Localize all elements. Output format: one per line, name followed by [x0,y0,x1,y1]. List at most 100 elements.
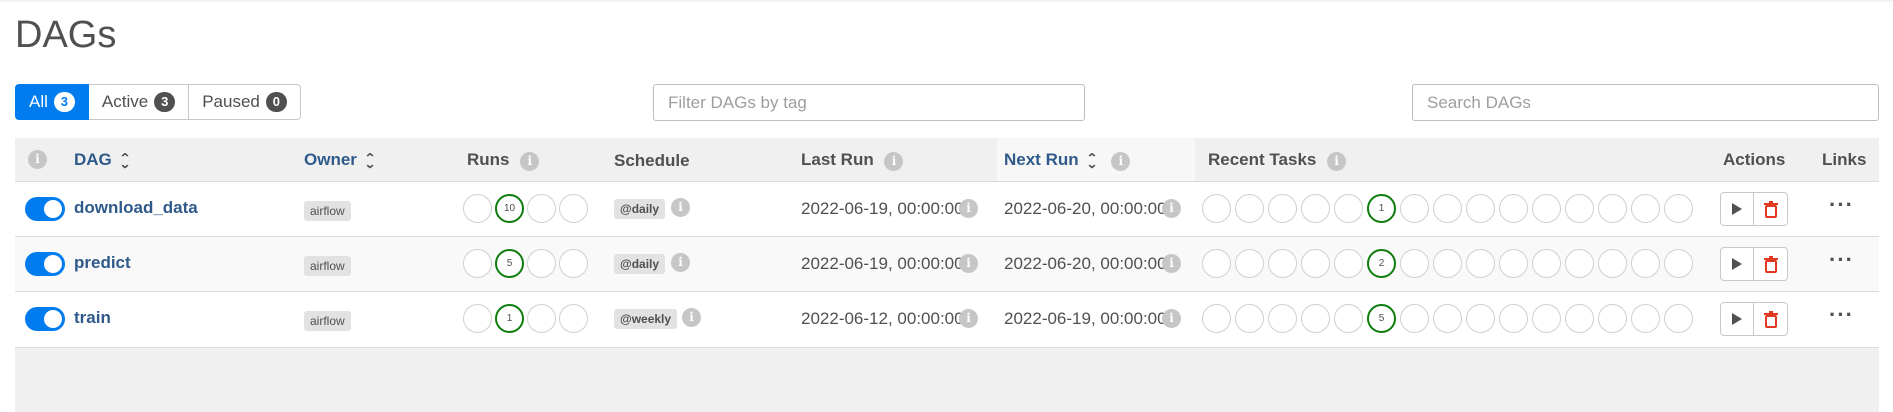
task-status-circle[interactable] [1664,304,1693,333]
task-status-circle[interactable] [1235,194,1264,223]
task-status-circle[interactable] [1433,249,1462,278]
search-dags-input[interactable] [1412,84,1879,121]
trigger-dag-button[interactable] [1720,247,1754,281]
task-status-circle[interactable] [1334,194,1363,223]
run-status-circle-success[interactable]: 10 [495,194,524,223]
task-status-circle[interactable] [1400,304,1429,333]
task-status-circle[interactable] [1400,194,1429,223]
info-icon[interactable]: i [884,152,904,171]
tag-filter-input[interactable] [653,84,1085,121]
task-status-circle[interactable] [1532,194,1561,223]
info-icon[interactable]: i [1162,254,1181,273]
column-header-dag[interactable]: DAG ⌃ ⌄ [74,150,131,170]
task-status-circle[interactable] [1664,249,1693,278]
info-icon[interactable]: i [28,150,47,169]
info-icon[interactable]: i [959,254,978,273]
info-icon[interactable]: i [1111,152,1131,171]
task-status-circle[interactable] [1598,304,1627,333]
task-status-circle-success[interactable]: 1 [1367,194,1396,223]
task-status-circle[interactable] [1268,249,1297,278]
last-run-link[interactable]: 2022-06-19, 00:00:00 [801,199,964,219]
task-status-circle[interactable] [1565,249,1594,278]
task-status-circle[interactable] [1433,304,1462,333]
schedule-badge[interactable]: @weekly [614,309,678,329]
more-dots-icon[interactable]: ··· [1829,192,1854,218]
task-status-circle[interactable] [1235,249,1264,278]
task-status-circle[interactable] [1598,249,1627,278]
run-status-circle[interactable] [463,304,492,333]
info-icon[interactable]: i [959,309,978,328]
task-status-circle[interactable] [1466,249,1495,278]
trigger-dag-button[interactable] [1720,302,1754,336]
delete-dag-button[interactable] [1754,302,1788,336]
column-header-next-run[interactable]: Next Run ⌃ ⌄ i [1004,150,1131,171]
owner-badge[interactable]: airflow [304,201,351,221]
run-status-circle[interactable] [463,194,492,223]
task-status-circle[interactable] [1466,194,1495,223]
task-status-circle[interactable] [1202,304,1231,333]
run-status-circle[interactable] [527,249,556,278]
task-status-circle[interactable] [1202,194,1231,223]
task-status-circle-success[interactable]: 2 [1367,249,1396,278]
run-status-circle[interactable] [527,194,556,223]
delete-dag-button[interactable] [1754,247,1788,281]
task-status-circle[interactable] [1268,194,1297,223]
task-status-circle[interactable] [1334,249,1363,278]
task-status-circle[interactable] [1631,194,1660,223]
task-status-circle[interactable] [1301,304,1330,333]
filter-active-button[interactable]: Active 3 [88,84,190,120]
dag-pause-toggle[interactable] [25,197,65,221]
task-status-circle[interactable] [1268,304,1297,333]
task-status-circle[interactable] [1664,194,1693,223]
task-status-circle-success[interactable]: 5 [1367,304,1396,333]
task-status-circle[interactable] [1400,249,1429,278]
task-status-circle[interactable] [1532,249,1561,278]
run-status-circle[interactable] [559,304,588,333]
run-status-circle[interactable] [527,304,556,333]
more-dots-icon[interactable]: ··· [1829,247,1854,273]
filter-paused-button[interactable]: Paused 0 [189,84,301,120]
task-status-circle[interactable] [1433,194,1462,223]
dag-pause-toggle[interactable] [25,252,65,276]
task-status-circle[interactable] [1631,249,1660,278]
task-status-circle[interactable] [1499,304,1528,333]
task-status-circle[interactable] [1598,194,1627,223]
owner-badge[interactable]: airflow [304,256,351,276]
owner-badge[interactable]: airflow [304,311,351,331]
schedule-badge[interactable]: @daily [614,199,666,219]
run-status-circle[interactable] [463,249,492,278]
run-status-circle-success[interactable]: 5 [495,249,524,278]
task-status-circle[interactable] [1202,249,1231,278]
task-status-circle[interactable] [1631,304,1660,333]
run-status-circle[interactable] [559,194,588,223]
last-run-link[interactable]: 2022-06-19, 00:00:00 [801,254,964,274]
dag-pause-toggle[interactable] [25,307,65,331]
task-status-circle[interactable] [1565,194,1594,223]
dag-name-link[interactable]: predict [74,253,131,273]
task-status-circle[interactable] [1499,249,1528,278]
task-status-circle[interactable] [1235,304,1264,333]
task-status-circle[interactable] [1532,304,1561,333]
delete-dag-button[interactable] [1754,192,1788,226]
info-icon[interactable]: i [520,152,540,171]
trigger-dag-button[interactable] [1720,192,1754,226]
info-icon[interactable]: i [959,199,978,218]
info-icon[interactable]: i [671,253,690,272]
task-status-circle[interactable] [1565,304,1594,333]
column-header-owner[interactable]: Owner ⌃ ⌄ [304,150,376,170]
task-status-circle[interactable] [1301,249,1330,278]
filter-all-button[interactable]: All 3 [15,84,89,120]
last-run-link[interactable]: 2022-06-12, 00:00:00 [801,309,964,329]
info-icon[interactable]: i [682,308,701,327]
run-status-circle[interactable] [559,249,588,278]
task-status-circle[interactable] [1334,304,1363,333]
task-status-circle[interactable] [1499,194,1528,223]
info-icon[interactable]: i [1162,199,1181,218]
info-icon[interactable]: i [1327,152,1347,171]
run-status-circle-success[interactable]: 1 [495,304,524,333]
more-dots-icon[interactable]: ··· [1829,302,1854,328]
dag-name-link[interactable]: download_data [74,198,198,218]
task-status-circle[interactable] [1301,194,1330,223]
dag-name-link[interactable]: train [74,308,111,328]
schedule-badge[interactable]: @daily [614,254,666,274]
